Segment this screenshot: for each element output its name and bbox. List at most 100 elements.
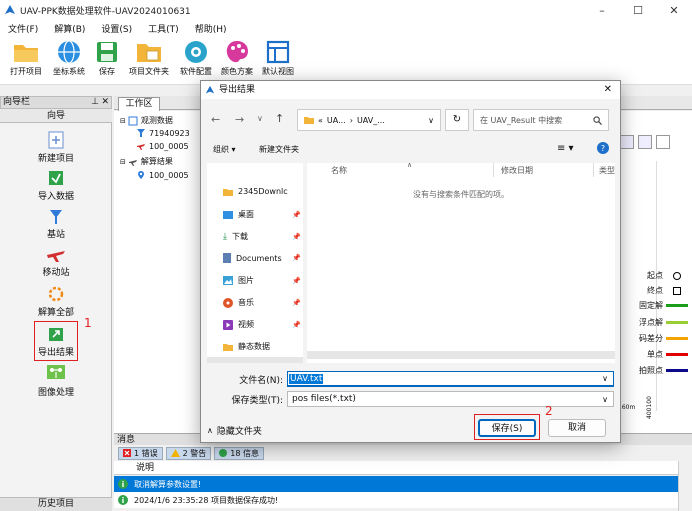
message-row[interactable]: 2024/1/6 23:35:28 项目数据保存成功! [114, 492, 678, 508]
filter-warnings-tab[interactable]: 2 警告 [165, 446, 212, 460]
software-config-button[interactable]: 软件配置 [173, 40, 219, 84]
sidebar-item-downloads-folder[interactable]: 2345Downlc [223, 187, 303, 196]
step-1-highlight [34, 321, 78, 361]
warning-icon [170, 449, 180, 457]
dialog-close-button[interactable]: ✕ [604, 81, 612, 99]
sidebar-scrollbar[interactable] [207, 357, 303, 363]
menu-solve[interactable]: 解算(B) [46, 22, 93, 35]
location-pin-icon [136, 170, 146, 180]
sidebar-item-music[interactable]: 音乐 📌 [223, 297, 303, 308]
legend-end: 终点 [647, 285, 688, 296]
step-2-label: 2 [545, 404, 553, 418]
fit-view-icon[interactable] [638, 135, 652, 149]
menu-settings[interactable]: 设置(S) [93, 22, 140, 35]
pin-icon[interactable]: 📌 [292, 254, 301, 262]
step-1-label: 1 [84, 316, 92, 330]
up-arrow-icon[interactable]: ↑ [275, 112, 284, 125]
trajectory-plot[interactable]: 起点 终点 固定解 浮点解 码差分 单点 拍照点 160m 400100 [616, 111, 692, 433]
pin-icon[interactable]: ⊥ [91, 97, 99, 108]
sidebar-item-documents[interactable]: Documents 📌 [223, 253, 303, 263]
sidebar-item-static-data[interactable]: 静态数据 [223, 341, 303, 352]
export-results-dialog: 导出结果 ✕ ← → ∨ ↑ « UA... › UAV_... ∨ ↻ 在 U… [200, 80, 621, 443]
column-type[interactable]: 类型 [599, 165, 615, 176]
save-toolbar-button[interactable]: 保存 [84, 40, 130, 84]
zoom-icon[interactable] [620, 135, 634, 149]
nav-new-project[interactable]: 新建项目 [0, 131, 112, 164]
pin-icon[interactable]: 📌 [292, 321, 301, 329]
cancel-button[interactable]: 取消 [548, 419, 606, 437]
project-tree: ⊟ 观测数据 71940923 100_0005 ⊟ 解算结果 100_0005 [114, 111, 204, 433]
tree-result-item[interactable]: 100_0005 [136, 170, 189, 180]
close-icon[interactable]: ✕ [101, 97, 109, 108]
filename-input[interactable]: UAV.txt ∨ [287, 371, 614, 387]
forward-arrow-icon[interactable]: → [235, 113, 244, 126]
message-row[interactable]: 取消解算参数设置! [114, 476, 678, 492]
legend-fixed: 固定解 [639, 300, 688, 311]
filetype-select[interactable]: pos files(*.txt) ∨ [287, 391, 614, 407]
messages-scrollbar[interactable] [678, 461, 692, 511]
view-options-icon[interactable]: ≡ ▾ [557, 143, 574, 154]
nav-base-station[interactable]: 基站 [0, 207, 112, 240]
error-icon [123, 449, 131, 457]
sidebar-item-pictures[interactable]: 图片 📌 [223, 275, 303, 286]
pin-icon[interactable]: 📌 [292, 277, 301, 285]
chevron-down-icon[interactable]: ∨ [257, 114, 263, 123]
filter-errors-tab[interactable]: 1 错误 [118, 446, 163, 460]
pin-icon[interactable]: 📌 [292, 299, 301, 307]
download-icon: ⤓ [223, 231, 227, 242]
history-projects-tab[interactable]: 历史项目 [0, 497, 112, 511]
column-date[interactable]: 修改日期 [501, 165, 533, 176]
nav-pane: 新建项目 导入数据 基站 移动站 解算全部 导出结果 图像处理 [0, 123, 112, 497]
help-icon[interactable]: ? [597, 142, 609, 154]
refresh-button[interactable]: ↻ [445, 109, 469, 131]
tree-node-observations[interactable]: ⊟ 观测数据 [120, 115, 173, 126]
open-project-button[interactable]: 打开项目 [3, 40, 49, 84]
menu-file[interactable]: 文件(F) [0, 22, 46, 35]
maximize-button[interactable]: ☐ [620, 0, 656, 20]
list-scrollbar[interactable] [307, 351, 615, 359]
nav-import-data[interactable]: 导入数据 [0, 169, 112, 202]
grid-icon[interactable] [656, 135, 670, 149]
new-project-icon [0, 131, 112, 149]
tree-obs-item[interactable]: 100_0005 [136, 141, 189, 151]
rover-plane-icon [136, 141, 146, 151]
refresh-icon: ↻ [452, 114, 462, 125]
chevron-down-icon[interactable]: ∨ [602, 374, 608, 383]
address-bar[interactable]: « UA... › UAV_... ∨ [297, 109, 441, 131]
pin-icon[interactable]: 📌 [292, 233, 301, 241]
legend-start: 起点 [647, 270, 688, 281]
sidebar-item-downloads[interactable]: ⤓ 下载 📌 [223, 231, 303, 242]
project-folder-button[interactable]: 项目文件夹 [126, 40, 172, 84]
tab-workspace[interactable]: 工作区 [118, 97, 160, 111]
collapse-icon[interactable]: ⊟ [120, 117, 126, 125]
window-title: UAV-PPK数据处理软件-UAV2024010631 [20, 6, 191, 17]
close-window-button[interactable]: ✕ [656, 0, 692, 20]
pin-icon[interactable]: 📌 [292, 211, 301, 219]
search-icon [593, 115, 602, 125]
collapse-icon[interactable]: ⊟ [120, 158, 126, 166]
sidebar-item-videos[interactable]: 视频 📌 [223, 319, 303, 330]
organize-button[interactable]: 组织 ▾ [213, 144, 236, 155]
minimize-button[interactable]: – [584, 0, 620, 20]
search-input[interactable]: 在 UAV_Result 中搜索 [473, 109, 609, 131]
import-data-icon [0, 169, 112, 187]
nav-rover[interactable]: 移动站 [0, 245, 112, 278]
folder-open-icon [3, 40, 49, 64]
tree-node-results[interactable]: ⊟ 解算结果 [120, 156, 173, 167]
menu-tools[interactable]: 工具(T) [140, 22, 187, 35]
sidebar-item-desktop[interactable]: 桌面 📌 [223, 209, 303, 220]
nav-image-processing[interactable]: 图像处理 [0, 363, 112, 398]
back-arrow-icon[interactable]: ← [211, 113, 220, 126]
tree-obs-item[interactable]: 71940923 [136, 128, 190, 138]
filter-info-tab[interactable]: 18 信息 [214, 446, 265, 460]
column-name[interactable]: 名称 [331, 165, 347, 176]
new-folder-button[interactable]: 新建文件夹 [259, 144, 299, 155]
square-marker-icon [673, 286, 681, 295]
color-scheme-button[interactable]: 颜色方案 [214, 40, 260, 84]
hide-folders-toggle[interactable]: ∧ 隐藏文件夹 [207, 424, 262, 437]
nav-solve-all[interactable]: 解算全部 [0, 285, 112, 318]
chevron-down-icon[interactable]: ∨ [428, 116, 434, 125]
base-station-icon [0, 207, 112, 225]
default-view-button[interactable]: 默认视图 [255, 40, 301, 84]
menu-help[interactable]: 帮助(H) [187, 22, 235, 35]
